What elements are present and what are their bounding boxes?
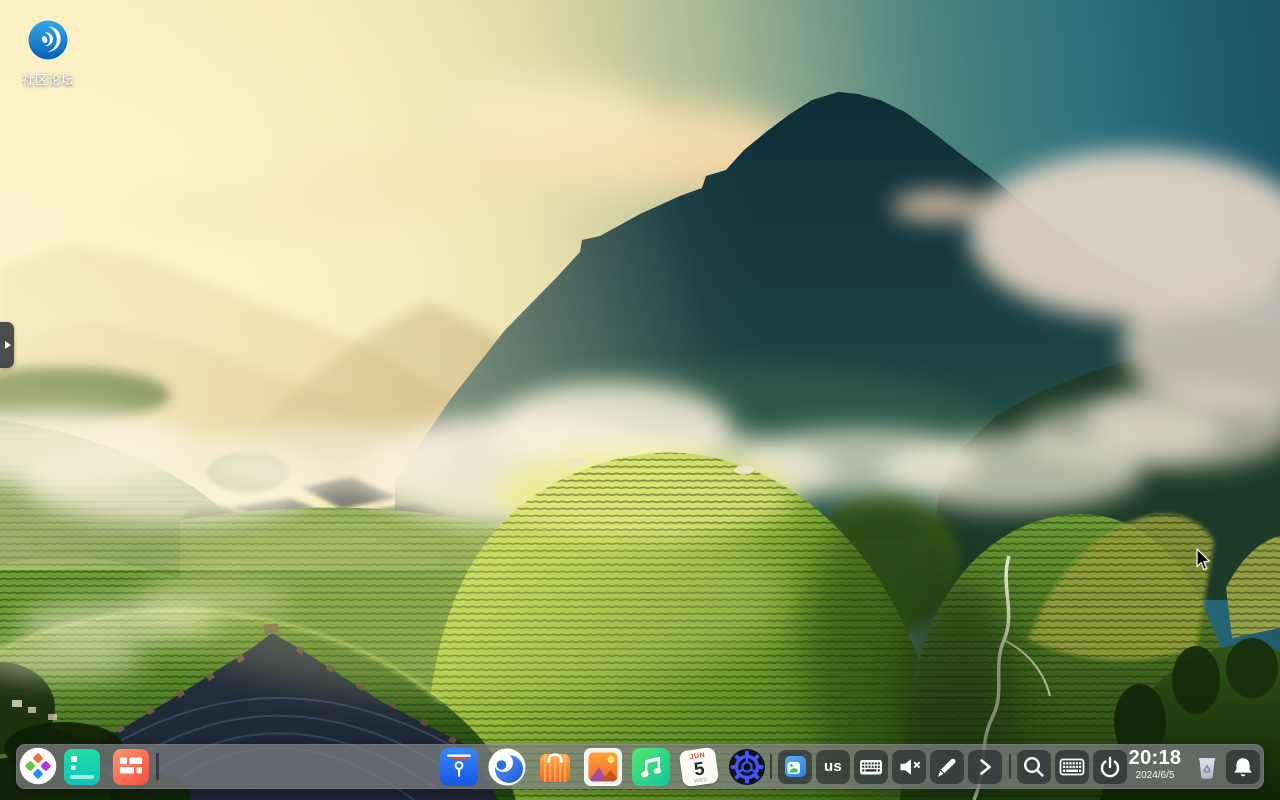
desktop-icon-label: 社区论坛 [21,73,74,87]
dock-icon-control-center[interactable] [728,748,766,786]
tray-volume[interactable] [892,749,926,784]
tray-expand[interactable] [968,749,1002,784]
dock-icon-file-manager[interactable] [440,747,478,786]
multitasking-icon [64,748,100,785]
community-forum-logo-icon [28,20,68,60]
tray-keyboard-layout[interactable]: us [816,749,850,784]
tray-power[interactable] [1093,749,1127,784]
dock: JUN 5 WED us 20:18 2024/6/5 [16,744,1264,789]
tray-onscreen-keyboard[interactable] [1055,749,1089,784]
launcher-grid-icon [19,747,57,784]
dashboard-icon [113,748,149,785]
bell-icon [1234,757,1252,776]
tray-notifications[interactable] [1226,749,1260,784]
volume-muted-icon [900,758,920,775]
tray-screen-capture[interactable] [778,749,812,784]
dock-icon-browser[interactable] [488,748,526,786]
app-store-icon [540,752,570,782]
tray-trash[interactable] [1190,750,1224,784]
calendar-day: 5 [692,756,706,779]
browser-icon [488,748,526,785]
dock-text-caret [156,753,159,780]
wallpaper [0,0,1280,800]
desktop: 社区论坛 JUN 5 WED us 20:18 2024/6/5 [0,0,1280,800]
tray-input-keyboard[interactable] [854,749,888,784]
chevron-right-icon [980,758,991,775]
calendar-weekday: WED [693,775,709,784]
file-manager-icon [440,747,478,786]
mouse-cursor [1196,548,1210,571]
dock-icon-gallery[interactable] [584,747,622,786]
gallery-icon [584,747,622,786]
dock-icon-calendar[interactable]: JUN 5 WED [678,746,720,787]
keyboard-layout-badge: us [823,758,843,775]
chevron-right-icon [5,341,11,349]
input-keyboard-icon [860,759,882,774]
tray-pen[interactable] [930,749,964,784]
dock-icon-music[interactable] [632,747,670,786]
gear-icon [729,748,765,785]
trash-recycle-icon [1198,757,1216,779]
dock-separator [1009,754,1011,779]
clock-date: 2024/6/5 [1135,770,1175,781]
pen-icon [938,758,956,777]
power-icon [1100,756,1120,777]
desktop-icon-community-forum[interactable]: 社区论坛 [8,20,88,88]
multitasking-view-button[interactable] [64,748,100,785]
music-icon [632,747,670,786]
calendar-icon: JUN 5 WED [678,746,720,787]
side-panel-handle[interactable] [0,322,14,368]
tray-search[interactable] [1017,749,1051,784]
clock-time: 20:18 [1128,747,1182,769]
search-icon [1023,756,1044,777]
onscreen-keyboard-icon [1059,758,1085,775]
launcher-button[interactable] [19,747,57,785]
clock[interactable]: 20:18 2024/6/5 [1124,747,1186,781]
desktop-dashboard-button[interactable] [113,748,149,785]
dock-icon-app-store[interactable] [536,748,574,786]
screen-capture-icon [784,756,806,777]
dock-separator [770,754,772,779]
